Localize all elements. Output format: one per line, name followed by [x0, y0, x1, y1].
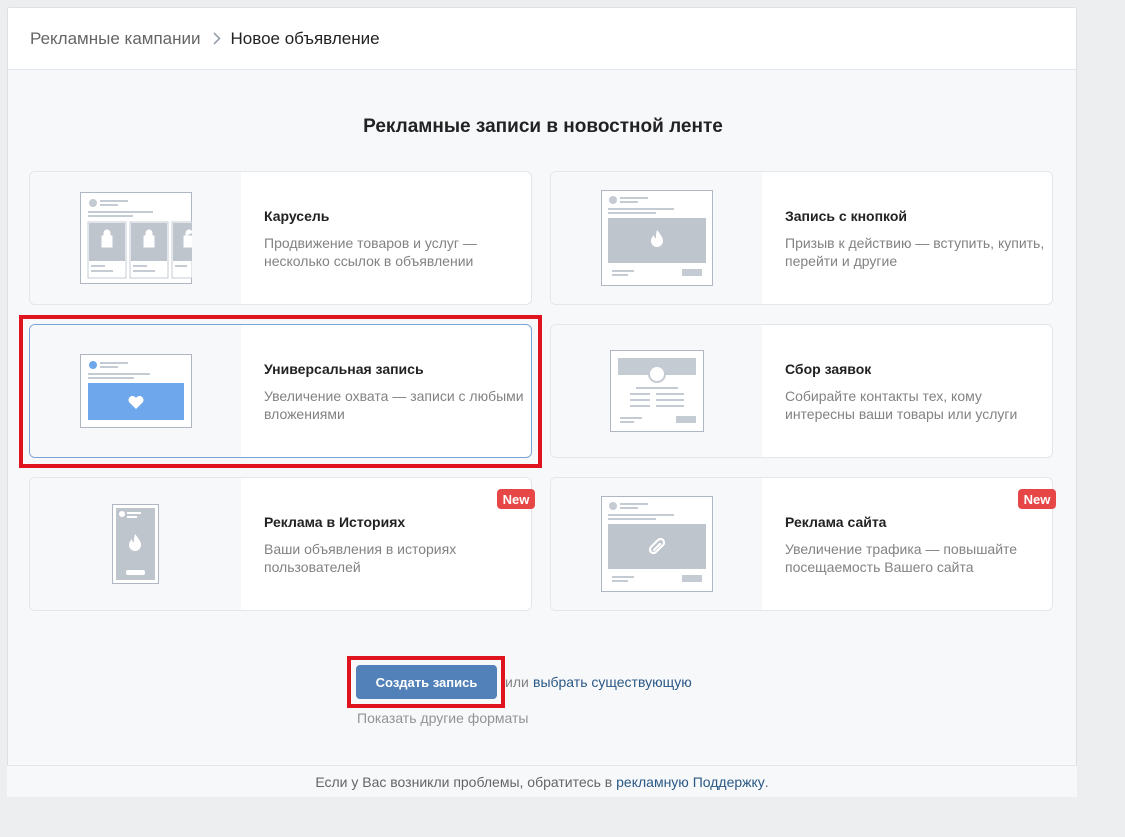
format-card-website-ad[interactable]: Реклама сайта Увеличение трафика — повыш… — [550, 477, 1053, 611]
card-description: Продвижение товаров и услуг — несколько … — [264, 235, 477, 269]
format-card-carousel[interactable]: Карусель Продвижение товаров и услуг — н… — [29, 171, 532, 305]
format-card-universal-post[interactable]: Универсальная запись Увеличение охвата —… — [29, 324, 532, 458]
format-card-button-post[interactable]: Запись с кнопкой Призыв к действию — вст… — [550, 171, 1053, 305]
card-title: Универсальная запись — [264, 361, 424, 377]
card-description: Призыв к действию — вступить, купить, пе… — [785, 235, 1045, 269]
format-card-lead-form[interactable]: Сбор заявок Собирайте контакты тех, кому… — [550, 324, 1053, 458]
footer-text: Если у Вас возникли проблемы, обратитесь… — [315, 773, 613, 790]
breadcrumb: Рекламные кампании Новое объявление — [8, 8, 1076, 70]
breadcrumb-parent-link[interactable]: Рекламные кампании — [30, 29, 201, 49]
or-text: или — [505, 674, 529, 690]
card-description: Увеличение трафика — повышайте посещаемо… — [785, 541, 1018, 575]
support-footer: Если у Вас возникли проблемы, обратитесь… — [7, 765, 1077, 797]
new-badge: New — [1018, 489, 1056, 509]
footer-suffix: . — [764, 773, 769, 790]
section-title: Рекламные записи в новостной ленте — [363, 116, 723, 137]
card-description: Ваши объявления в историях пользователей — [264, 541, 457, 575]
button-post-icon — [551, 172, 762, 304]
format-card-stories[interactable]: Реклама в Историях Ваши объявления в ист… — [29, 477, 532, 611]
show-more-formats-link[interactable]: Показать другие форматы — [357, 710, 528, 726]
breadcrumb-current: Новое объявление — [230, 28, 380, 48]
new-badge: New — [497, 489, 535, 509]
card-description: Собирайте контакты тех, кому интересны в… — [785, 388, 1018, 422]
support-link[interactable]: рекламную Поддержку — [616, 774, 765, 790]
stories-icon — [30, 478, 241, 610]
carousel-icon — [30, 172, 241, 304]
universal-post-icon — [30, 325, 241, 457]
card-description: Увеличение охвата — записи с любыми влож… — [264, 388, 524, 422]
lead-form-icon — [551, 325, 762, 457]
card-title: Карусель — [264, 208, 330, 224]
create-post-button[interactable]: Создать запись — [356, 665, 497, 699]
card-title: Реклама в Историях — [264, 514, 406, 530]
website-ad-icon — [551, 478, 762, 610]
chevron-right-icon — [212, 32, 221, 45]
card-title: Сбор заявок — [785, 361, 872, 377]
choose-existing-link[interactable]: выбрать существующую — [533, 674, 692, 690]
card-title: Запись с кнопкой — [785, 208, 908, 224]
card-title: Реклама сайта — [785, 514, 887, 530]
